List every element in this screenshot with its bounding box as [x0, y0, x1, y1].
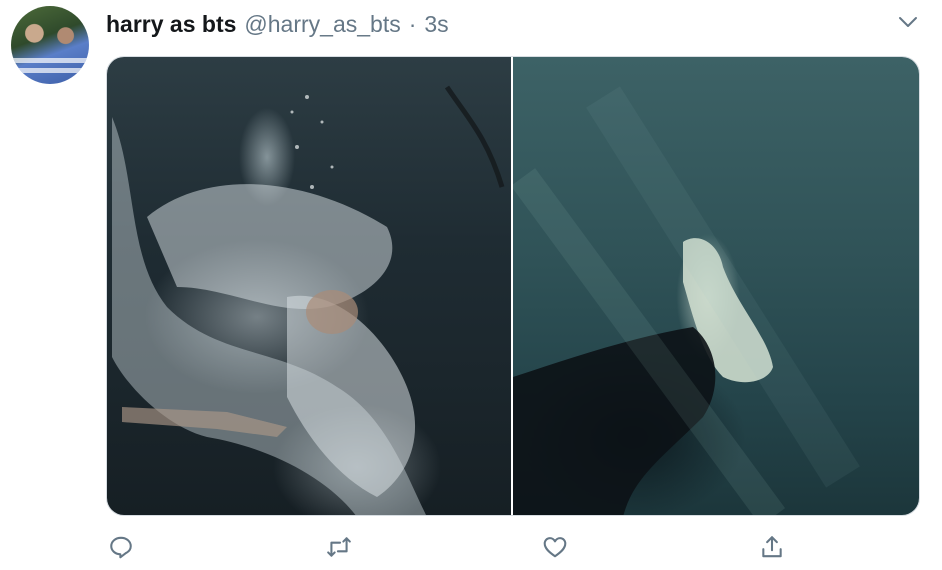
- media-photo-left[interactable]: [107, 57, 511, 515]
- tweet[interactable]: harry as bts @harry_as_bts · 3s: [0, 0, 942, 570]
- timestamp[interactable]: 3s: [424, 11, 448, 38]
- media-grid: [106, 56, 920, 516]
- like-button[interactable]: [540, 532, 570, 562]
- avatar[interactable]: [11, 6, 89, 84]
- tweet-actions: [0, 528, 942, 566]
- retweet-button[interactable]: [324, 532, 354, 562]
- underwater-figure-illustration: [112, 85, 505, 515]
- chevron-down-icon[interactable]: [896, 10, 920, 34]
- avatar-decoration: [11, 68, 89, 73]
- reply-button[interactable]: [106, 532, 136, 562]
- share-button[interactable]: [757, 532, 787, 562]
- user-handle[interactable]: @harry_as_bts: [244, 11, 400, 38]
- retweet-icon: [327, 537, 351, 557]
- avatar-decoration: [11, 58, 89, 63]
- separator-dot: ·: [408, 10, 417, 37]
- heart-icon: [543, 537, 567, 558]
- tweet-header: harry as bts @harry_as_bts · 3s: [106, 8, 449, 40]
- media-photo-right[interactable]: [513, 57, 919, 515]
- share-icon: [762, 536, 782, 558]
- comment-icon: [110, 536, 132, 559]
- underwater-foot-illustration: [513, 86, 860, 515]
- display-name[interactable]: harry as bts: [106, 11, 236, 38]
